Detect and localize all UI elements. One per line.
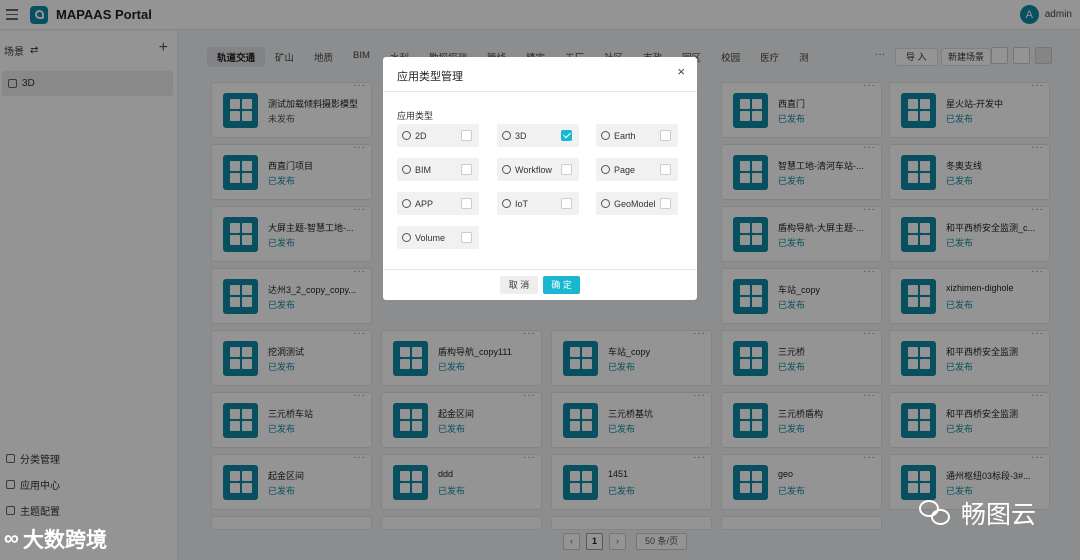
option-label: IoT bbox=[515, 198, 529, 209]
app-type-option-3d[interactable]: 3D bbox=[497, 124, 579, 147]
volume-icon bbox=[402, 233, 411, 242]
modal-title: 应用类型管理 bbox=[397, 71, 463, 83]
watermark-right: 畅图云 bbox=[919, 495, 1036, 531]
workflow-icon bbox=[502, 165, 511, 174]
option-checkbox[interactable] bbox=[561, 198, 572, 209]
watermark-left: ∞ 大数跨境 bbox=[4, 527, 107, 552]
app-icon bbox=[402, 199, 411, 208]
app-type-option-page[interactable]: Page bbox=[596, 158, 678, 181]
app-type-modal: 应用类型管理 × 应用类型 2D 3D Earth BIM Workflow Page AP… bbox=[383, 57, 697, 300]
app-type-option-iot[interactable]: IoT bbox=[497, 192, 579, 215]
option-checkbox[interactable] bbox=[561, 164, 572, 175]
page-icon bbox=[601, 165, 610, 174]
app-type-option-bim[interactable]: BIM bbox=[397, 158, 479, 181]
section-label: 应用类型 bbox=[397, 111, 434, 121]
app-type-option-workflow[interactable]: Workflow bbox=[497, 158, 579, 181]
divider bbox=[383, 91, 697, 92]
app-type-option-app[interactable]: APP bbox=[397, 192, 479, 215]
app-type-option-earth[interactable]: Earth bbox=[596, 124, 678, 147]
option-checkbox[interactable] bbox=[461, 198, 472, 209]
app-type-option-geomodel[interactable]: GeoModel bbox=[596, 192, 678, 215]
option-label: BIM bbox=[415, 164, 432, 175]
option-checkbox[interactable] bbox=[561, 130, 572, 141]
wechat-icon bbox=[919, 498, 953, 528]
option-label: Page bbox=[614, 164, 636, 175]
option-label: GeoModel bbox=[614, 198, 656, 209]
bim-icon bbox=[402, 165, 411, 174]
option-checkbox[interactable] bbox=[660, 164, 671, 175]
option-checkbox[interactable] bbox=[461, 130, 472, 141]
geomodel-icon bbox=[601, 199, 610, 208]
option-checkbox[interactable] bbox=[461, 232, 472, 243]
earth-icon bbox=[601, 131, 610, 140]
option-label: Workflow bbox=[515, 164, 552, 175]
app-type-option-volume[interactable]: Volume bbox=[397, 226, 479, 249]
3d-icon bbox=[502, 131, 511, 140]
watermark-logo-icon: ∞ bbox=[4, 527, 19, 550]
option-checkbox[interactable] bbox=[461, 164, 472, 175]
app-type-option-2d[interactable]: 2D bbox=[397, 124, 479, 147]
option-checkbox[interactable] bbox=[660, 130, 671, 141]
cancel-button[interactable]: 取 消 bbox=[500, 276, 538, 294]
option-label: Earth bbox=[614, 130, 636, 141]
option-label: 3D bbox=[515, 130, 527, 141]
option-label: APP bbox=[415, 198, 434, 209]
option-label: 2D bbox=[415, 130, 427, 141]
close-icon[interactable]: × bbox=[677, 64, 685, 79]
ok-button[interactable]: 确 定 bbox=[543, 276, 580, 294]
iot-icon bbox=[502, 199, 511, 208]
option-label: Volume bbox=[415, 232, 446, 243]
2d-icon bbox=[402, 131, 411, 140]
divider bbox=[383, 269, 697, 270]
option-checkbox[interactable] bbox=[660, 198, 671, 209]
